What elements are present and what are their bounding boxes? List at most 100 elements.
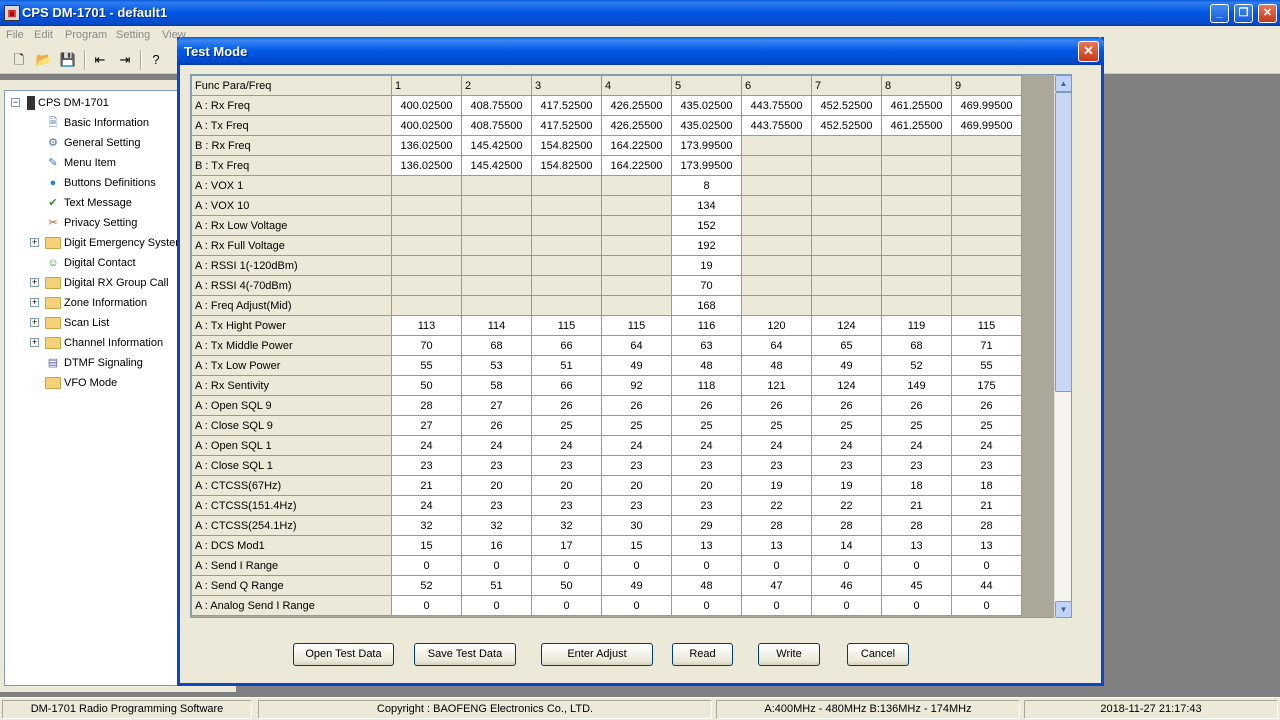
grid-cell[interactable]: 66 [531, 375, 602, 396]
grid-cell[interactable]: 426.25500 [601, 115, 672, 136]
collapse-root-icon[interactable]: − [11, 98, 20, 107]
grid-cell[interactable]: 24 [391, 495, 462, 516]
grid-cell[interactable]: 18 [881, 475, 952, 496]
grid-cell[interactable]: 0 [951, 555, 1022, 576]
grid-cell[interactable]: 21 [951, 495, 1022, 516]
grid-cell[interactable]: 0 [671, 555, 742, 576]
grid-cell[interactable]: 26 [951, 395, 1022, 416]
grid-cell[interactable]: 26 [671, 395, 742, 416]
grid-cell[interactable]: 28 [951, 515, 1022, 536]
grid-cell[interactable]: 21 [391, 475, 462, 496]
grid-cell[interactable]: 28 [811, 515, 882, 536]
expand-node-icon[interactable]: + [30, 318, 39, 327]
grid-cell[interactable]: 408.75500 [461, 115, 532, 136]
grid-cell[interactable]: 164.22500 [601, 135, 672, 156]
grid-cell[interactable]: 25 [881, 415, 952, 436]
grid-cell[interactable]: 23 [811, 455, 882, 476]
dialog-close-button[interactable]: ✕ [1078, 41, 1099, 62]
read-radio-icon[interactable]: ⇤ [90, 50, 110, 70]
grid-cell[interactable]: 426.25500 [601, 95, 672, 116]
grid-cell[interactable]: 417.52500 [531, 95, 602, 116]
grid-cell[interactable]: 20 [531, 475, 602, 496]
grid-cell[interactable]: 23 [741, 455, 812, 476]
menu-program[interactable]: Program [65, 29, 107, 41]
grid-cell[interactable]: 149 [881, 375, 952, 396]
grid-cell[interactable]: 400.02500 [391, 95, 462, 116]
tree-item[interactable]: Digit Emergency System [45, 233, 184, 253]
expand-node-icon[interactable]: + [30, 278, 39, 287]
close-app-button[interactable]: ✕ [1258, 4, 1277, 23]
tree-item[interactable]: Digital RX Group Call [45, 273, 169, 293]
grid-cell[interactable]: 23 [671, 495, 742, 516]
grid-cell[interactable]: 8 [671, 175, 742, 196]
save-disk-icon[interactable]: 💾 [58, 50, 78, 70]
write-radio-icon[interactable]: ⇥ [115, 50, 135, 70]
grid-cell[interactable]: 435.02500 [671, 95, 742, 116]
grid-cell[interactable]: 25 [671, 415, 742, 436]
grid-cell[interactable]: 417.52500 [531, 115, 602, 136]
grid-cell[interactable]: 20 [461, 475, 532, 496]
grid-cell[interactable]: 24 [881, 435, 952, 456]
help-icon[interactable]: ? [146, 50, 166, 70]
grid-cell[interactable]: 136.02500 [391, 135, 462, 156]
grid-cell[interactable]: 71 [951, 335, 1022, 356]
grid-cell[interactable]: 49 [601, 575, 672, 596]
grid-cell[interactable]: 24 [811, 435, 882, 456]
grid-cell[interactable]: 45 [881, 575, 952, 596]
grid-cell[interactable]: 124 [811, 315, 882, 336]
grid-cell[interactable]: 0 [391, 555, 462, 576]
grid-cell[interactable]: 24 [531, 435, 602, 456]
grid-cell[interactable]: 25 [951, 415, 1022, 436]
grid-cell[interactable]: 443.75500 [741, 115, 812, 136]
scroll-thumb[interactable] [1055, 92, 1072, 392]
grid-cell[interactable]: 124 [811, 375, 882, 396]
new-file-icon[interactable]: 🗋 [9, 50, 29, 70]
grid-cell[interactable]: 68 [881, 335, 952, 356]
grid-cell[interactable]: 23 [531, 455, 602, 476]
grid-cell[interactable]: 23 [461, 455, 532, 476]
grid-cell[interactable]: 70 [671, 275, 742, 296]
grid-cell[interactable]: 20 [671, 475, 742, 496]
grid-cell[interactable]: 22 [741, 495, 812, 516]
grid-cell[interactable]: 435.02500 [671, 115, 742, 136]
tree-item[interactable]: Zone Information [45, 293, 147, 313]
grid-cell[interactable]: 27 [461, 395, 532, 416]
tree-item[interactable]: Scan List [45, 313, 109, 333]
tree-item[interactable]: ▤ DTMF Signaling [45, 353, 143, 373]
open-folder-icon[interactable]: 📂 [34, 50, 54, 70]
grid-cell[interactable]: 29 [671, 515, 742, 536]
grid-cell[interactable]: 0 [461, 555, 532, 576]
grid-cell[interactable]: 461.25500 [881, 115, 952, 136]
grid-cell[interactable]: 113 [391, 315, 462, 336]
menu-edit[interactable]: Edit [34, 29, 53, 41]
grid-cell[interactable]: 48 [741, 355, 812, 376]
enter-adjust-button[interactable]: Enter Adjust [541, 643, 653, 666]
grid-cell[interactable]: 70 [391, 335, 462, 356]
grid-cell[interactable]: 26 [601, 395, 672, 416]
tree-item[interactable]: ☺ Digital Contact [45, 253, 135, 273]
grid-cell[interactable]: 49 [601, 355, 672, 376]
grid-cell[interactable]: 15 [601, 535, 672, 556]
grid-cell[interactable]: 24 [741, 435, 812, 456]
grid-cell[interactable]: 23 [531, 495, 602, 516]
grid-cell[interactable]: 23 [671, 455, 742, 476]
grid-cell[interactable]: 0 [601, 555, 672, 576]
grid-cell[interactable]: 68 [461, 335, 532, 356]
grid-cell[interactable]: 115 [601, 315, 672, 336]
grid-cell[interactable]: 32 [461, 515, 532, 536]
grid-cell[interactable]: 64 [601, 335, 672, 356]
grid-cell[interactable]: 0 [811, 555, 882, 576]
grid-cell[interactable]: 19 [741, 475, 812, 496]
open-test-data-button[interactable]: Open Test Data [293, 643, 394, 666]
grid-cell[interactable]: 136.02500 [391, 155, 462, 176]
grid-cell[interactable]: 26 [461, 415, 532, 436]
grid-cell[interactable]: 19 [811, 475, 882, 496]
grid-cell[interactable]: 27 [391, 415, 462, 436]
write-button[interactable]: Write [758, 643, 820, 666]
grid-cell[interactable]: 64 [741, 335, 812, 356]
tree-item[interactable]: VFO Mode [45, 373, 117, 393]
grid-cell[interactable]: 55 [951, 355, 1022, 376]
grid-cell[interactable]: 116 [671, 315, 742, 336]
grid-cell[interactable]: 52 [881, 355, 952, 376]
grid-cell[interactable]: 51 [531, 355, 602, 376]
